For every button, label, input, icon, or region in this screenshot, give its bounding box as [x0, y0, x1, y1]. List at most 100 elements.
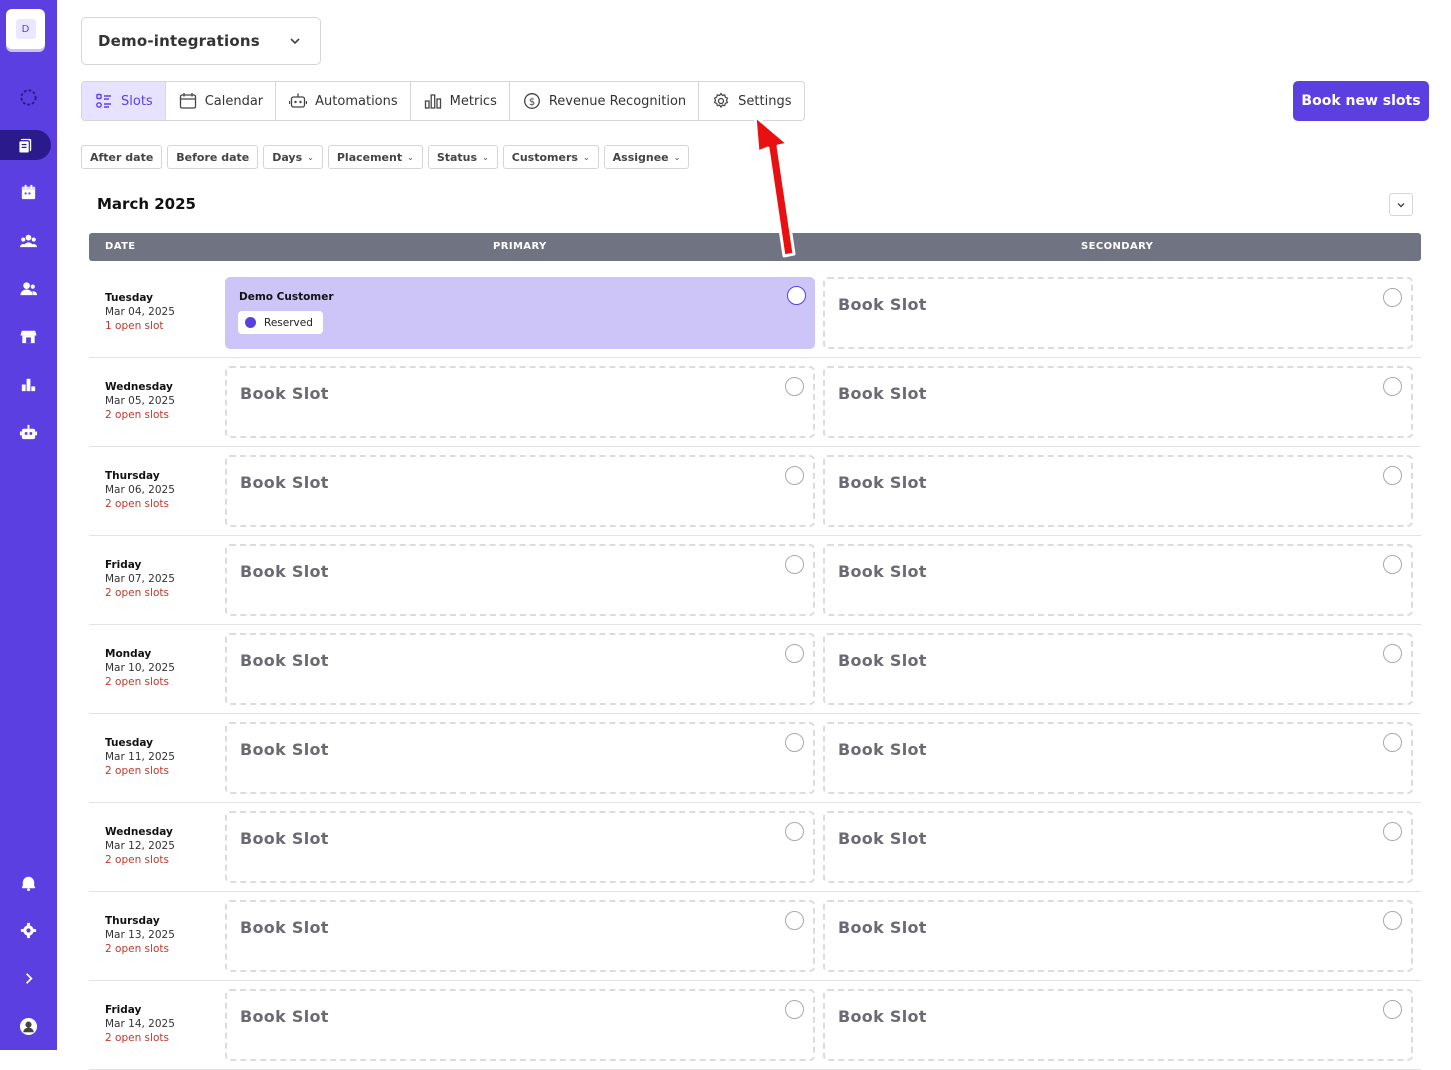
slot-select-radio[interactable] — [1383, 644, 1402, 663]
workspace-logo[interactable]: D — [6, 9, 45, 49]
gear-icon — [713, 92, 729, 109]
slot-select-radio[interactable] — [785, 733, 804, 752]
settings-icon[interactable] — [0, 915, 57, 945]
slot-select-radio[interactable] — [1383, 822, 1402, 841]
tab-revenue-recognition[interactable]: $ Revenue Recognition — [510, 82, 700, 120]
table-row: Monday Mar 10, 2025 2 open slots Book Sl… — [89, 625, 1421, 714]
slot-select-radio[interactable] — [785, 555, 804, 574]
filter-label: Days — [272, 150, 303, 164]
book-slot-label: Book Slot — [240, 473, 329, 492]
row-date: Mar 07, 2025 — [105, 573, 175, 585]
filter-label: Before date — [176, 150, 250, 164]
filter-before-date[interactable]: Before date — [167, 145, 259, 169]
filter-after-date[interactable]: After date — [81, 145, 163, 169]
contacts-icon[interactable] — [0, 273, 57, 303]
book-slot-label: Book Slot — [240, 562, 329, 581]
tab-slots[interactable]: Slots — [82, 82, 166, 120]
slot-select-radio[interactable] — [785, 822, 804, 841]
open-slots-count: 2 open slots — [105, 765, 169, 777]
calendar-icon[interactable] — [0, 177, 57, 207]
filter-label: Customers — [511, 150, 578, 164]
row-day: Friday — [105, 1004, 142, 1016]
loading-icon[interactable] — [0, 82, 57, 112]
row-day: Thursday — [105, 915, 160, 927]
expand-icon[interactable] — [0, 963, 57, 993]
bell-icon[interactable] — [0, 867, 57, 897]
book-slot-label: Book Slot — [240, 829, 329, 848]
book-slot-primary[interactable]: Book Slot — [225, 989, 815, 1061]
row-day: Tuesday — [105, 737, 153, 749]
status-label: Reserved — [264, 316, 313, 329]
row-day: Thursday — [105, 470, 160, 482]
book-new-slots-button[interactable]: Book new slots — [1293, 81, 1429, 121]
collapse-month-button[interactable] — [1389, 193, 1413, 216]
slot-select-radio[interactable] — [1383, 377, 1402, 396]
slot-select-radio[interactable] — [785, 377, 804, 396]
chevron-down-icon: ⌄ — [482, 152, 489, 162]
slot-select-radio[interactable] — [1383, 1000, 1402, 1019]
tab-label: Settings — [738, 93, 792, 109]
slot-select-radio[interactable] — [1383, 466, 1402, 485]
book-slot-secondary[interactable]: Book Slot — [823, 722, 1413, 794]
status-badge: Reserved — [238, 311, 323, 334]
row-date: Mar 13, 2025 — [105, 929, 175, 941]
robot-icon — [289, 93, 308, 108]
book-slot-secondary[interactable]: Book Slot — [823, 366, 1413, 438]
slot-select-radio[interactable] — [785, 1000, 804, 1019]
workspace-select[interactable]: Demo-integrations — [81, 17, 321, 65]
book-slot-label: Book Slot — [240, 384, 329, 403]
tab-metrics[interactable]: Metrics — [411, 82, 510, 120]
book-slot-primary[interactable]: Book Slot — [225, 544, 815, 616]
slot-select-radio[interactable] — [1383, 911, 1402, 930]
open-slots-count: 2 open slots — [105, 587, 169, 599]
filter-status[interactable]: Status ⌄ — [427, 145, 498, 169]
slot-select-radio[interactable] — [785, 644, 804, 663]
slot-select-radio[interactable] — [787, 286, 806, 305]
bot-icon[interactable] — [0, 417, 57, 447]
chevron-down-icon — [290, 38, 300, 45]
filter-assignee[interactable]: Assignee ⌄ — [603, 145, 690, 169]
metrics-icon[interactable] — [0, 369, 57, 399]
book-slot-primary[interactable]: Book Slot — [225, 455, 815, 527]
reserved-slot-card[interactable]: Demo Customer Reserved — [225, 277, 815, 349]
book-slot-primary[interactable]: Book Slot — [225, 722, 815, 794]
book-slot-primary[interactable]: Book Slot — [225, 811, 815, 883]
slot-select-radio[interactable] — [785, 466, 804, 485]
slot-select-radio[interactable] — [1383, 288, 1402, 307]
book-slot-secondary[interactable]: Book Slot — [823, 900, 1413, 972]
team-icon[interactable] — [0, 225, 57, 255]
book-slot-label: Book Slot — [838, 1007, 927, 1026]
filter-label: After date — [90, 150, 154, 164]
book-slot-secondary[interactable]: Book Slot — [823, 277, 1413, 349]
tab-automations[interactable]: Automations — [276, 82, 411, 120]
book-slot-label: Book Slot — [240, 651, 329, 670]
table-row: Wednesday Mar 12, 2025 2 open slots Book… — [89, 803, 1421, 892]
tab-calendar[interactable]: Calendar — [166, 82, 277, 120]
book-slot-primary[interactable]: Book Slot — [225, 633, 815, 705]
book-slot-label: Book Slot — [838, 918, 927, 937]
book-slot-secondary[interactable]: Book Slot — [823, 455, 1413, 527]
slot-select-radio[interactable] — [785, 911, 804, 930]
book-slot-secondary[interactable]: Book Slot — [823, 544, 1413, 616]
calendar-icon — [179, 93, 196, 109]
slot-select-radio[interactable] — [1383, 555, 1402, 574]
book-slot-secondary[interactable]: Book Slot — [823, 811, 1413, 883]
book-slot-label: Book Slot — [838, 295, 927, 314]
book-slot-primary[interactable]: Book Slot — [225, 900, 815, 972]
open-slots-count: 2 open slots — [105, 498, 169, 510]
filter-days[interactable]: Days ⌄ — [263, 145, 323, 169]
open-slots-count: 2 open slots — [105, 409, 169, 421]
slot-select-radio[interactable] — [1383, 733, 1402, 752]
filter-placement[interactable]: Placement ⌄ — [327, 145, 423, 169]
store-icon[interactable] — [0, 321, 57, 351]
row-day: Wednesday — [105, 381, 173, 393]
user-avatar-icon[interactable] — [0, 1011, 57, 1041]
book-slot-primary[interactable]: Book Slot — [225, 366, 815, 438]
column-header-secondary: SECONDARY — [1081, 241, 1154, 252]
table-row: Tuesday Mar 11, 2025 2 open slots Book S… — [89, 714, 1421, 803]
book-slot-label: Book Slot — [240, 740, 329, 759]
filter-customers[interactable]: Customers ⌄ — [502, 145, 599, 169]
book-slot-secondary[interactable]: Book Slot — [823, 633, 1413, 705]
book-slot-secondary[interactable]: Book Slot — [823, 989, 1413, 1061]
slots-icon[interactable] — [0, 130, 51, 160]
